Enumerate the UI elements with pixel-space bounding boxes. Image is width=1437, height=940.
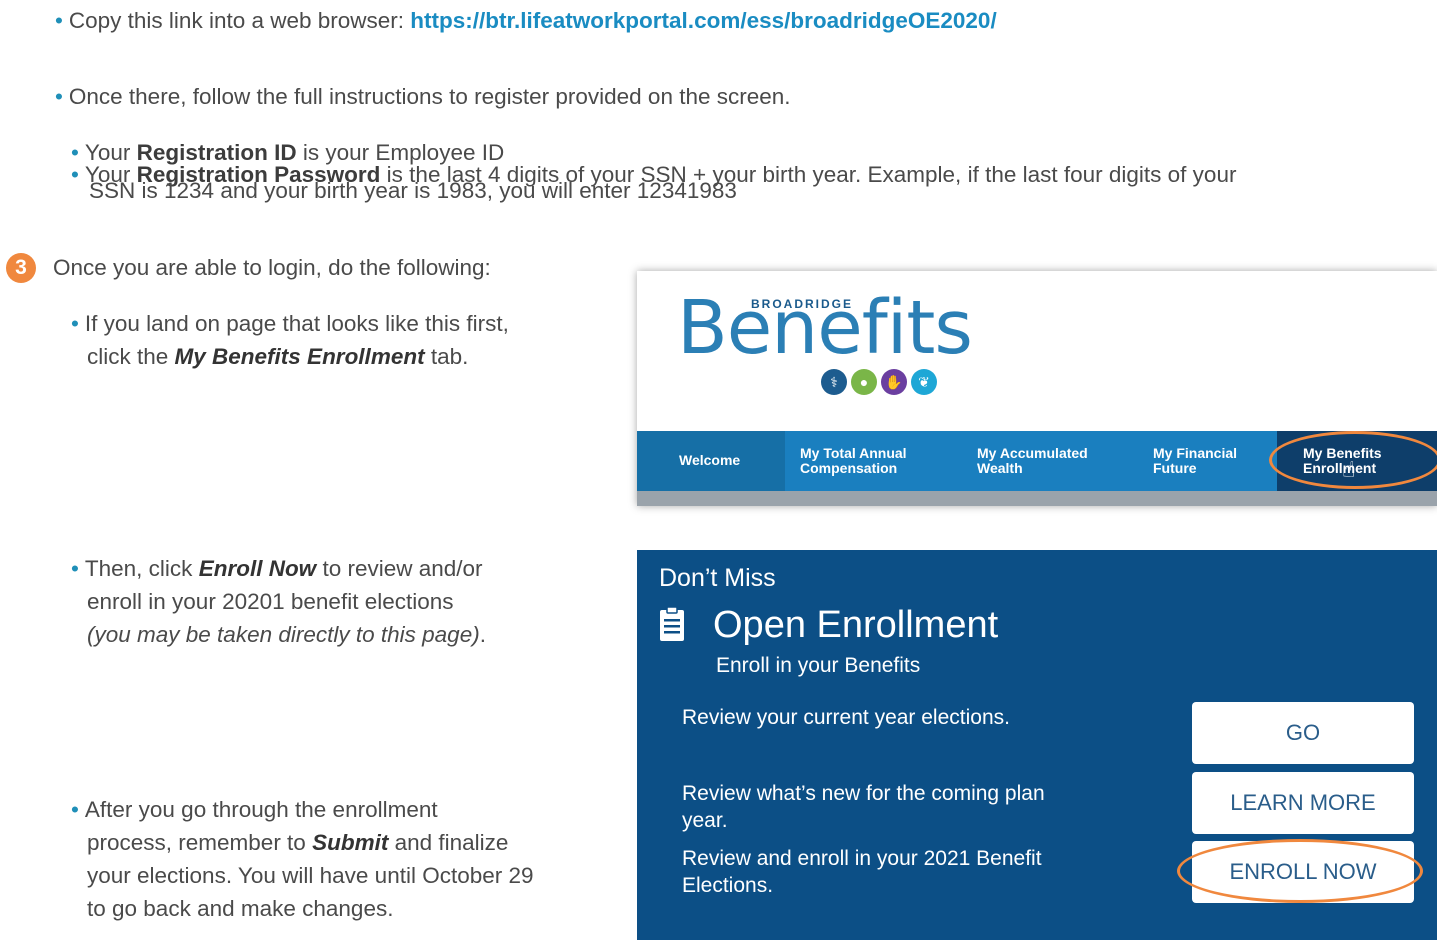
once-there-text: Once there, follow the full instructions… bbox=[68, 84, 791, 109]
nav-tab-welcome[interactable]: Welcome bbox=[637, 431, 785, 491]
bullet: • bbox=[71, 162, 79, 187]
nav-label-line-1: My Total Annual bbox=[800, 444, 907, 461]
review-new-text: Review what’s new for the coming plan yea… bbox=[682, 780, 1045, 835]
open-enrollment-subtitle: Enroll in your Benefits bbox=[716, 654, 921, 677]
benefits-portal-screenshot: Benefits BROADRIDGE ⚕ ● ✋ ❦ Welcome My T… bbox=[637, 271, 1437, 506]
copy-link-line: • Copy this link into a web browser: http… bbox=[55, 6, 997, 35]
once-there-line: • Once there, follow the full instruction… bbox=[55, 82, 791, 111]
bullet: • bbox=[71, 797, 79, 822]
piggy-bank-icon: ● bbox=[851, 369, 877, 395]
nav-tab-accumulated-wealth-label: My Accumulated Wealth bbox=[977, 444, 1088, 477]
learn-more-button[interactable]: LEARN MORE bbox=[1192, 772, 1414, 834]
clipboard-icon bbox=[660, 606, 684, 641]
after-line-2-suffix: and finalize bbox=[388, 830, 509, 855]
nav-label-line-2: Wealth bbox=[977, 460, 1023, 476]
review-enroll-text: Review and enroll in your 2021 Benefit El… bbox=[682, 845, 1042, 900]
dont-miss-heading: Don’t Miss bbox=[659, 564, 776, 592]
then-suffix: to review and/or bbox=[316, 556, 483, 581]
open-enrollment-title: Open Enrollment bbox=[713, 604, 999, 646]
seedling-icon: ❦ bbox=[911, 369, 937, 395]
then-line-3-end: . bbox=[479, 622, 486, 647]
submit-term: Submit bbox=[312, 830, 389, 855]
bullet: • bbox=[55, 8, 63, 33]
review-enroll-line-1: Review and enroll in your 2021 Benefit bbox=[682, 847, 1042, 870]
bullet: • bbox=[55, 84, 63, 109]
landing-line-1: • If you land on page that looks like thi… bbox=[71, 309, 509, 338]
bullet: • bbox=[71, 311, 79, 336]
nav-tab-total-compensation[interactable]: My Total Annual Compensation bbox=[800, 431, 907, 491]
landing-line-2: click the My Benefits Enrollment tab. bbox=[87, 342, 468, 371]
landing-line-1-text: If you land on page that looks like this… bbox=[84, 311, 509, 336]
after-line-2: process, remember to Submit and finalize bbox=[87, 828, 508, 857]
then-line-2: enroll in your 20201 benefit elections bbox=[87, 589, 454, 614]
landing-line-2-prefix: click the bbox=[87, 344, 175, 369]
hands-icon: ✋ bbox=[881, 369, 907, 395]
then-line-3-italic: (you may be taken directly to this page) bbox=[87, 622, 480, 647]
landing-line-2-suffix: tab. bbox=[424, 344, 469, 369]
nav-tab-financial-future-label: My Financial Future bbox=[1153, 444, 1238, 477]
nav-label-line-2: Compensation bbox=[800, 460, 898, 476]
logo-broadridge-text: BROADRIDGE bbox=[751, 297, 854, 311]
portal-bottom-strip bbox=[637, 491, 1437, 506]
then-line-3: (you may be taken directly to this page)… bbox=[87, 620, 486, 649]
go-button[interactable]: GO bbox=[1192, 702, 1414, 764]
nav-label-line-1: My Accumulated bbox=[977, 444, 1088, 461]
step-3-text: Once you are able to login, do the follo… bbox=[53, 255, 491, 280]
after-line-2-prefix: process, remember to bbox=[87, 830, 313, 855]
hand-pointer-icon: ☝ bbox=[1342, 457, 1356, 482]
review-new-line-2: year. bbox=[682, 809, 728, 833]
registration-password-line-2: SSN is 1234 and your birth year is 1983,… bbox=[89, 178, 737, 203]
nav-tab-total-compensation-label: My Total Annual Compensation bbox=[800, 444, 907, 477]
after-line-3: your elections. You will have until Octo… bbox=[87, 863, 534, 888]
review-new-line-1: Review what’s new for the coming plan bbox=[682, 782, 1045, 805]
stethoscope-icon: ⚕ bbox=[821, 369, 847, 395]
nav-label-line-2: Future bbox=[1153, 460, 1197, 476]
step-number-badge: 3 bbox=[6, 253, 36, 283]
nav-label-line-1: My Financial bbox=[1153, 444, 1238, 461]
enroll-now-term: Enroll Now bbox=[198, 556, 317, 581]
after-line-1-text: After you go through the enrollment bbox=[84, 797, 438, 822]
open-enrollment-panel: Don’t Miss Open Enrollment Enroll in you… bbox=[637, 550, 1437, 940]
review-enroll-line-2: Elections. bbox=[682, 874, 774, 898]
copy-link-text: Copy this link into a web browser: bbox=[68, 8, 411, 33]
logo-icon-row: ⚕ ● ✋ ❦ bbox=[821, 369, 937, 395]
my-benefits-enrollment-term: My Benefits Enrollment bbox=[174, 344, 425, 369]
nav-tab-welcome-label: Welcome bbox=[679, 452, 741, 469]
after-line-4: to go back and make changes. bbox=[87, 896, 394, 921]
portal-link[interactable]: https://btr.lifeatworkportal.com/ess/bro… bbox=[410, 8, 996, 33]
nav-tab-accumulated-wealth[interactable]: My Accumulated Wealth bbox=[977, 431, 1088, 491]
after-line-1: • After you go through the enrollment bbox=[71, 795, 438, 824]
then-prefix: Then, click bbox=[84, 556, 199, 581]
nav-tab-financial-future[interactable]: My Financial Future bbox=[1153, 431, 1237, 491]
review-current-text: Review your current year elections. bbox=[682, 706, 1010, 729]
then-line-1: • Then, click Enroll Now to review and/or bbox=[71, 554, 483, 583]
enroll-now-highlight-circle bbox=[1177, 839, 1423, 903]
bullet: • bbox=[71, 556, 79, 581]
